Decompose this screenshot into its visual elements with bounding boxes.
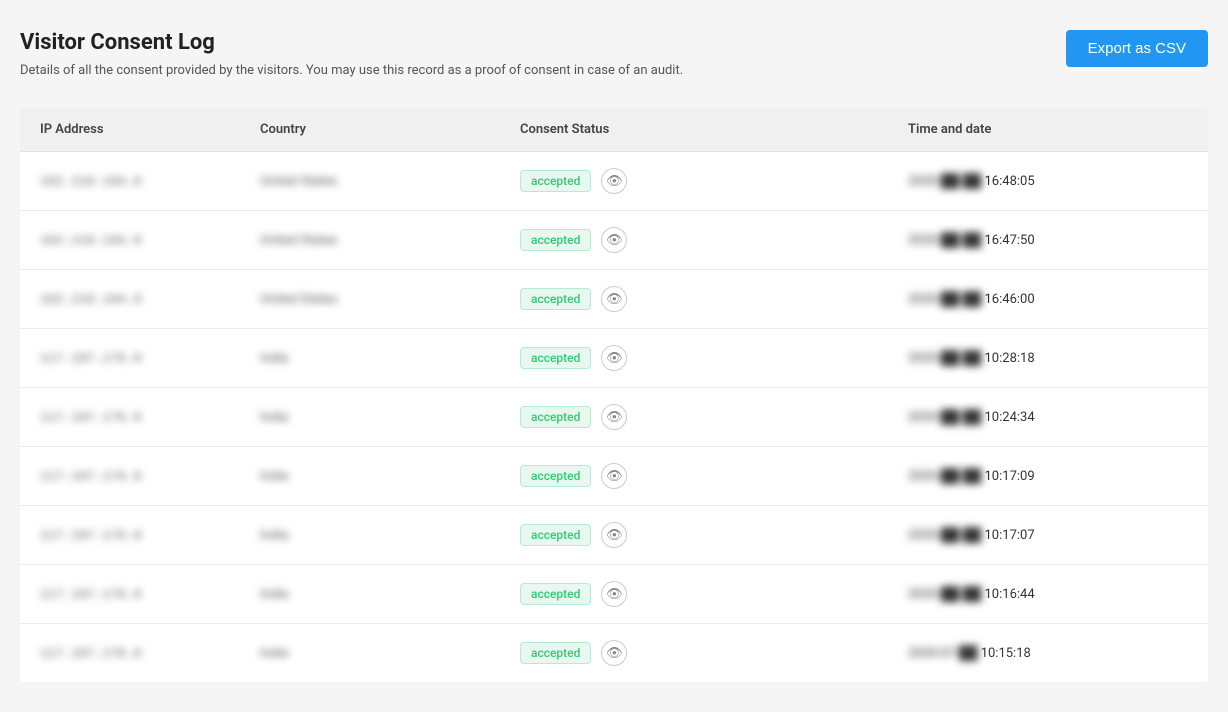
page-header: Visitor Consent Log Details of all the c… — [20, 30, 1208, 78]
date-blurred: 2020-██-██ — [908, 173, 981, 189]
view-details-icon[interactable]: 👁 — [601, 522, 627, 548]
date-blurred: 2020-██-██ — [908, 586, 981, 602]
table-row: 162.210.194.0 United States accepted 👁 2… — [20, 211, 1208, 270]
ip-address-cell: 117.197.176.0 — [40, 646, 260, 661]
table-row: 117.197.176.0 India accepted 👁 2020-07-█… — [20, 624, 1208, 682]
table-row: 162.210.194.0 United States accepted 👁 2… — [20, 152, 1208, 211]
time-value: 10:17:07 — [985, 528, 1035, 543]
view-details-icon[interactable]: 👁 — [601, 286, 627, 312]
table-row: 117.197.176.0 India accepted 👁 2020-██-█… — [20, 388, 1208, 447]
date-blurred: 2020-██-██ — [908, 409, 981, 425]
time-value: 10:17:09 — [985, 469, 1035, 484]
time-value: 16:46:00 — [985, 292, 1035, 307]
ip-address-cell: 162.210.194.0 — [40, 174, 260, 189]
view-details-icon[interactable]: 👁 — [601, 227, 627, 253]
date-blurred: 2020-07-██ — [908, 645, 977, 661]
ip-address-cell: 117.197.176.0 — [40, 528, 260, 543]
view-details-icon[interactable]: 👁 — [601, 168, 627, 194]
status-badge: accepted — [520, 170, 591, 192]
table-row: 117.197.176.0 India accepted 👁 2020-██-█… — [20, 506, 1208, 565]
time-value: 10:24:34 — [985, 410, 1035, 425]
status-badge: accepted — [520, 288, 591, 310]
status-badge: accepted — [520, 642, 591, 664]
status-cell: accepted 👁 — [520, 227, 908, 253]
country-cell: India — [260, 469, 520, 484]
view-details-icon[interactable]: 👁 — [601, 404, 627, 430]
status-cell: accepted 👁 — [520, 404, 908, 430]
date-blurred: 2020-██-██ — [908, 232, 981, 248]
page-title: Visitor Consent Log — [20, 30, 683, 55]
country-cell: India — [260, 587, 520, 602]
time-value: 10:28:18 — [985, 351, 1035, 366]
page-description: Details of all the consent provided by t… — [20, 63, 683, 78]
table-header: IP Address Country Consent Status Time a… — [20, 108, 1208, 152]
datetime-cell: 2020-██-██ 10:24:34 — [908, 409, 1188, 425]
status-badge: accepted — [520, 406, 591, 428]
datetime-cell: 2020-██-██ 10:17:09 — [908, 468, 1188, 484]
country-cell: India — [260, 351, 520, 366]
table-row: 117.197.176.0 India accepted 👁 2020-██-█… — [20, 447, 1208, 506]
status-badge: accepted — [520, 465, 591, 487]
table-row: 162.210.194.0 United States accepted 👁 2… — [20, 270, 1208, 329]
datetime-cell: 2020-██-██ 16:46:00 — [908, 291, 1188, 307]
status-cell: accepted 👁 — [520, 286, 908, 312]
ip-address-cell: 117.197.176.0 — [40, 469, 260, 484]
datetime-cell: 2020-██-██ 10:28:18 — [908, 350, 1188, 366]
view-details-icon[interactable]: 👁 — [601, 345, 627, 371]
datetime-cell: 2020-██-██ 16:47:50 — [908, 232, 1188, 248]
table-row: 117.197.176.0 India accepted 👁 2020-██-█… — [20, 329, 1208, 388]
ip-address-cell: 162.210.194.0 — [40, 233, 260, 248]
status-cell: accepted 👁 — [520, 463, 908, 489]
status-cell: accepted 👁 — [520, 345, 908, 371]
time-value: 16:48:05 — [985, 174, 1035, 189]
status-badge: accepted — [520, 347, 591, 369]
status-cell: accepted 👁 — [520, 522, 908, 548]
time-value: 10:15:18 — [981, 646, 1031, 661]
view-details-icon[interactable]: 👁 — [601, 581, 627, 607]
ip-address-cell: 162.210.194.0 — [40, 292, 260, 307]
country-cell: United States — [260, 292, 520, 307]
table-body: 162.210.194.0 United States accepted 👁 2… — [20, 152, 1208, 682]
country-cell: United States — [260, 174, 520, 189]
country-cell: India — [260, 410, 520, 425]
date-blurred: 2020-██-██ — [908, 291, 981, 307]
time-value: 16:47:50 — [985, 233, 1035, 248]
status-cell: accepted 👁 — [520, 581, 908, 607]
table-row: 117.197.176.0 India accepted 👁 2020-██-█… — [20, 565, 1208, 624]
export-csv-button[interactable]: Export as CSV — [1066, 30, 1208, 67]
ip-address-cell: 117.197.176.0 — [40, 351, 260, 366]
ip-address-cell: 117.197.176.0 — [40, 587, 260, 602]
country-cell: India — [260, 646, 520, 661]
date-blurred: 2020-██-██ — [908, 350, 981, 366]
ip-address-cell: 117.197.176.0 — [40, 410, 260, 425]
header-text: Visitor Consent Log Details of all the c… — [20, 30, 683, 78]
datetime-cell: 2020-██-██ 10:16:44 — [908, 586, 1188, 602]
date-blurred: 2020-██-██ — [908, 468, 981, 484]
status-badge: accepted — [520, 524, 591, 546]
view-details-icon[interactable]: 👁 — [601, 463, 627, 489]
consent-log-table: IP Address Country Consent Status Time a… — [20, 108, 1208, 682]
col-ip-address: IP Address — [40, 122, 260, 137]
country-cell: United States — [260, 233, 520, 248]
datetime-cell: 2020-07-██ 10:15:18 — [908, 645, 1188, 661]
datetime-cell: 2020-██-██ 16:48:05 — [908, 173, 1188, 189]
time-value: 10:16:44 — [985, 587, 1035, 602]
status-badge: accepted — [520, 583, 591, 605]
status-badge: accepted — [520, 229, 591, 251]
date-blurred: 2020-██-██ — [908, 527, 981, 543]
status-cell: accepted 👁 — [520, 640, 908, 666]
col-consent-status: Consent Status — [520, 122, 908, 137]
status-cell: accepted 👁 — [520, 168, 908, 194]
country-cell: India — [260, 528, 520, 543]
datetime-cell: 2020-██-██ 10:17:07 — [908, 527, 1188, 543]
col-country: Country — [260, 122, 520, 137]
view-details-icon[interactable]: 👁 — [601, 640, 627, 666]
col-time-date: Time and date — [908, 122, 1188, 137]
